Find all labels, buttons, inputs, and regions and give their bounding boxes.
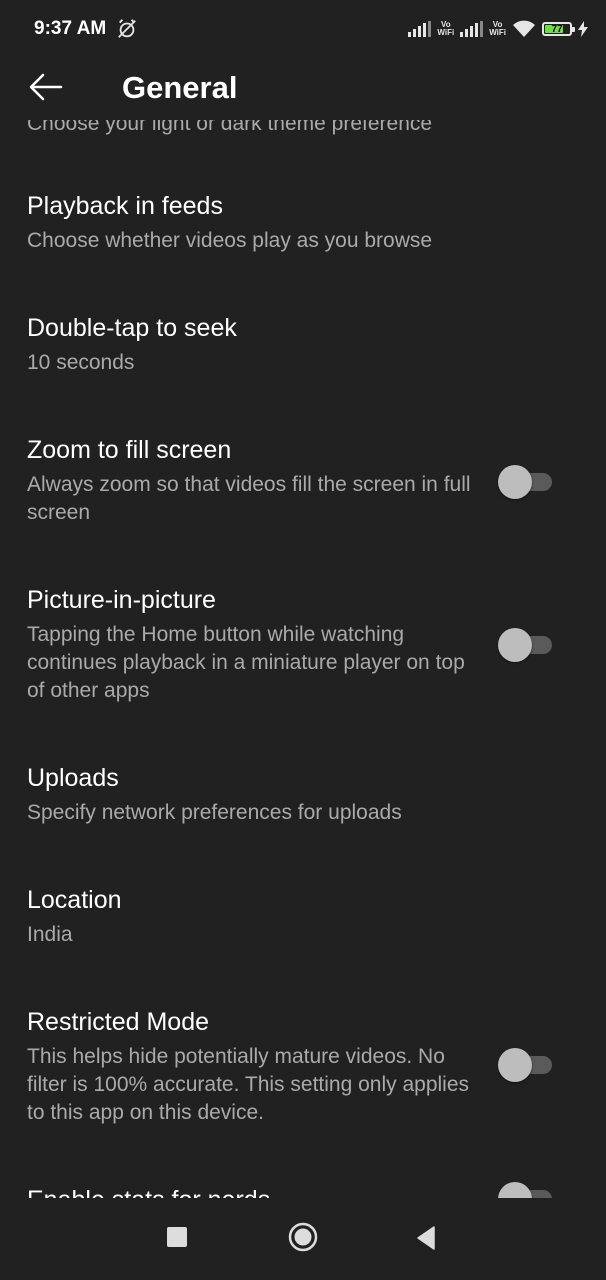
setting-double-tap-to-seek[interactable]: Double-tap to seek 10 seconds (0, 292, 606, 402)
setting-description: Tapping the Home button while watching c… (27, 623, 465, 702)
page-title: General (122, 70, 238, 105)
setting-title: Playback in feeds (27, 192, 223, 220)
signal-icon-2 (460, 21, 484, 37)
partial-setting-description: Choose your light or dark theme preferen… (27, 120, 433, 135)
setting-picture-in-picture[interactable]: Picture-in-picture Tapping the Home butt… (0, 564, 606, 734)
toggle-thumb (498, 1048, 532, 1082)
setting-stats-for-nerds[interactable]: Enable stats for nerds (0, 1164, 606, 1198)
status-bar: 9:37 AM Vo WiFi Vo WiFi 77 (0, 0, 606, 58)
settings-list[interactable]: Choose your light or dark theme preferen… (0, 120, 606, 1198)
setting-description: Specify network preferences for uploads (27, 801, 402, 824)
restricted-mode-toggle[interactable] (498, 1046, 554, 1082)
status-indicators: Vo WiFi Vo WiFi 77 (408, 18, 588, 40)
stats-for-nerds-toggle[interactable] (498, 1180, 554, 1198)
square-recents-icon[interactable] (167, 1227, 187, 1247)
signal-icon (408, 21, 432, 37)
zoom-to-fill-toggle[interactable] (498, 463, 554, 499)
picture-in-picture-toggle[interactable] (498, 626, 554, 662)
status-time: 9:37 AM (34, 18, 107, 39)
alarm-off-icon (118, 19, 136, 38)
setting-title: Enable stats for nerds (27, 1186, 270, 1198)
setting-restricted-mode[interactable]: Restricted Mode This helps hide potentia… (0, 986, 606, 1156)
vowifi-label: Vo WiFi (437, 20, 455, 37)
setting-uploads[interactable]: Uploads Specify network preferences for … (0, 742, 606, 852)
setting-title: Zoom to fill screen (27, 436, 232, 464)
wifi-icon (513, 20, 535, 37)
setting-title: Picture-in-picture (27, 586, 216, 614)
setting-description: 10 seconds (27, 351, 135, 374)
setting-zoom-to-fill-screen[interactable]: Zoom to fill screen Always zoom so that … (0, 414, 606, 554)
setting-description: This helps hide potentially mature video… (27, 1045, 470, 1124)
setting-title: Restricted Mode (27, 1008, 210, 1036)
circle-home-icon[interactable] (288, 1222, 318, 1252)
vowifi-label-2: Vo WiFi (489, 20, 506, 37)
setting-location[interactable]: Location India (0, 864, 606, 974)
toggle-thumb (498, 1182, 532, 1198)
battery-icon: 77 (542, 22, 575, 36)
setting-title: Uploads (27, 764, 119, 792)
setting-playback-in-feeds[interactable]: Playback in feeds Choose whether videos … (0, 170, 606, 280)
triangle-back-icon[interactable] (414, 1225, 438, 1251)
setting-title: Location (27, 886, 122, 914)
setting-description: Always zoom so that videos fill the scre… (27, 473, 471, 524)
app-bar: General (0, 58, 606, 120)
setting-title: Double-tap to seek (27, 314, 237, 342)
battery-level: 77 (551, 23, 563, 35)
toggle-thumb (498, 465, 532, 499)
toggle-thumb (498, 628, 532, 662)
bolt-icon (578, 21, 588, 37)
system-nav-bar (0, 1198, 606, 1280)
arrow-left-icon[interactable] (28, 72, 64, 102)
setting-description: India (27, 923, 73, 946)
setting-description: Choose whether videos play as you browse (27, 229, 433, 252)
